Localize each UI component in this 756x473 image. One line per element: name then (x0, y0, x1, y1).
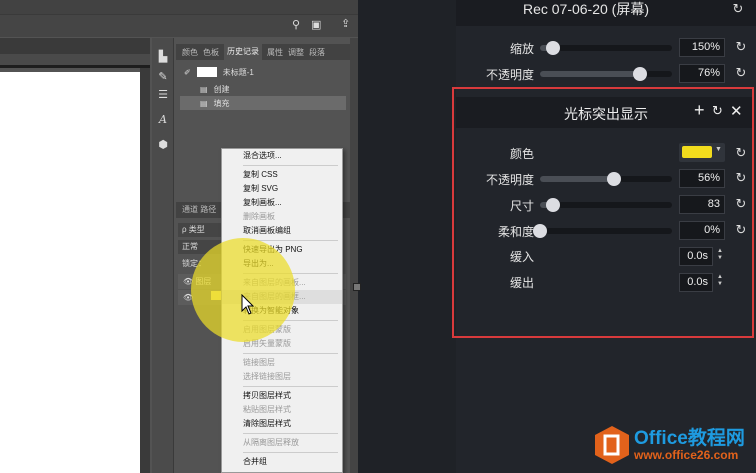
panel-tab[interactable]: 颜色 (182, 47, 198, 58)
clip-title: Rec 07-06-20 (屏幕) (522, 1, 650, 17)
snapshot-thumbnail (196, 67, 217, 77)
opacity-input[interactable]: 76% (679, 64, 725, 83)
close-icon[interactable]: ✕ (730, 102, 743, 120)
panel-toolstrip: ▙ ✎ ☰ A ⬢ (152, 38, 174, 473)
ease-in-input[interactable]: 0.0s (679, 247, 713, 266)
history-item-label: 创建 (213, 84, 230, 94)
workspace-icon[interactable]: ▣ (311, 18, 321, 31)
reset-icon[interactable]: ↻ (712, 103, 723, 119)
history-item-label: 填充 (213, 98, 230, 108)
menu-separator (243, 386, 338, 387)
resize-handle[interactable] (353, 283, 361, 291)
menu-item[interactable]: 合并组 (222, 455, 342, 469)
adjust-icon[interactable]: ☰ (152, 88, 174, 101)
chevron-down-icon: ▼ (715, 146, 722, 153)
character-icon[interactable]: A (152, 113, 174, 126)
snapshot-label: 未标题-1 (222, 67, 254, 77)
add-icon[interactable]: + (694, 100, 705, 121)
history-snapshot[interactable]: ✐ 未标题-1 (180, 65, 346, 79)
menu-item: 删除画板 (243, 212, 275, 221)
menu-separator (243, 165, 338, 166)
opacity-label: 不透明度 (485, 68, 534, 82)
menu-item[interactable]: 复制 SVG (222, 182, 342, 196)
menu-separator (243, 452, 338, 453)
menu-separator (243, 433, 338, 434)
color-swatch (682, 146, 712, 158)
menu-separator (243, 353, 338, 354)
menu-item[interactable]: 清除图层样式 (222, 417, 342, 431)
panel-tab[interactable]: 段落 (309, 47, 325, 58)
ease-out-stepper[interactable]: ▲ ▼ (716, 274, 724, 288)
panel-tab[interactable]: 色板 (203, 47, 219, 58)
document-tab-bar (0, 38, 150, 54)
history-panel-tabs: 颜色 色板 历史记录 属性 调整 段落 (176, 44, 350, 60)
watermark-logo: Office教程网 www.office26.com (592, 423, 752, 467)
watermark-brand: Office教程网 (634, 428, 745, 449)
menu-item[interactable]: 复制画板... (222, 196, 342, 210)
menu-item[interactable]: 取消画板编组 (222, 224, 342, 238)
canvas[interactable] (0, 72, 140, 473)
canvas-scrollbar[interactable] (140, 68, 150, 473)
menu-item: 链接图层 (243, 358, 275, 367)
effect-header: 光标突出显示 + ↻ ✕ (456, 97, 752, 128)
ease-in-stepper[interactable]: ▲ ▼ (716, 248, 724, 262)
share-icon[interactable]: ⇪ (341, 17, 350, 30)
menu-item[interactable]: 混合选项... (222, 149, 342, 163)
cursor-highlight (191, 238, 295, 342)
ruler (0, 54, 150, 68)
menu-item[interactable]: 复制 CSS (222, 168, 342, 182)
clip-header: Rec 07-06-20 (屏幕) ↻ (456, 0, 756, 26)
color-picker[interactable]: ▼ (679, 143, 725, 162)
ease-out-label: 缓出 (509, 276, 534, 290)
slider-fill (540, 71, 641, 77)
scale-slider[interactable] (540, 41, 672, 55)
ps-options-bar: ⚲ ▣ ⇪ (0, 14, 358, 37)
color-label: 颜色 (509, 147, 534, 161)
history-state-icon: ▤ (200, 98, 208, 108)
office-logo-icon (595, 426, 629, 464)
panel-tab[interactable]: 属性 (267, 47, 283, 58)
layer-filter[interactable]: ρ 类型 (178, 223, 226, 237)
reset-icon[interactable]: ↻ (734, 39, 748, 55)
mouse-cursor-icon (241, 294, 255, 315)
menu-item[interactable]: 拷贝图层样式 (222, 389, 342, 403)
search-icon[interactable]: ⚲ (292, 18, 300, 31)
3d-icon[interactable]: ⬢ (152, 138, 174, 151)
histogram-icon[interactable]: ▙ (152, 50, 174, 63)
panel-tab[interactable]: 历史记录 (224, 44, 262, 60)
history-item[interactable]: ▤ 创建 (180, 82, 346, 96)
menu-item: 粘贴图层样式 (243, 405, 291, 414)
panel-divider (350, 38, 358, 473)
ease-in-label: 缓入 (509, 250, 534, 264)
panel-tab[interactable]: 调整 (288, 47, 304, 58)
ease-out-input[interactable]: 0.0s (679, 273, 713, 292)
reset-icon[interactable]: ↻ (731, 1, 745, 17)
reset-icon[interactable]: ↻ (734, 145, 748, 161)
brush-icon: ✐ (184, 67, 191, 77)
scale-input[interactable]: 150% (679, 38, 725, 57)
watermark-url: www.office26.com (634, 448, 739, 462)
menu-item: 从隔离图层释放 (243, 438, 299, 447)
reset-icon[interactable]: ↻ (734, 65, 748, 81)
history-item[interactable]: ▤ 填充 (180, 96, 346, 110)
opacity-slider[interactable] (540, 67, 672, 81)
brush-icon[interactable]: ✎ (152, 70, 174, 83)
effect-title: 光标突出显示 (564, 106, 648, 122)
scale-label: 缩放 (509, 42, 534, 56)
menu-item: 选择链接图层 (243, 372, 291, 381)
history-state-icon: ▤ (200, 84, 208, 94)
